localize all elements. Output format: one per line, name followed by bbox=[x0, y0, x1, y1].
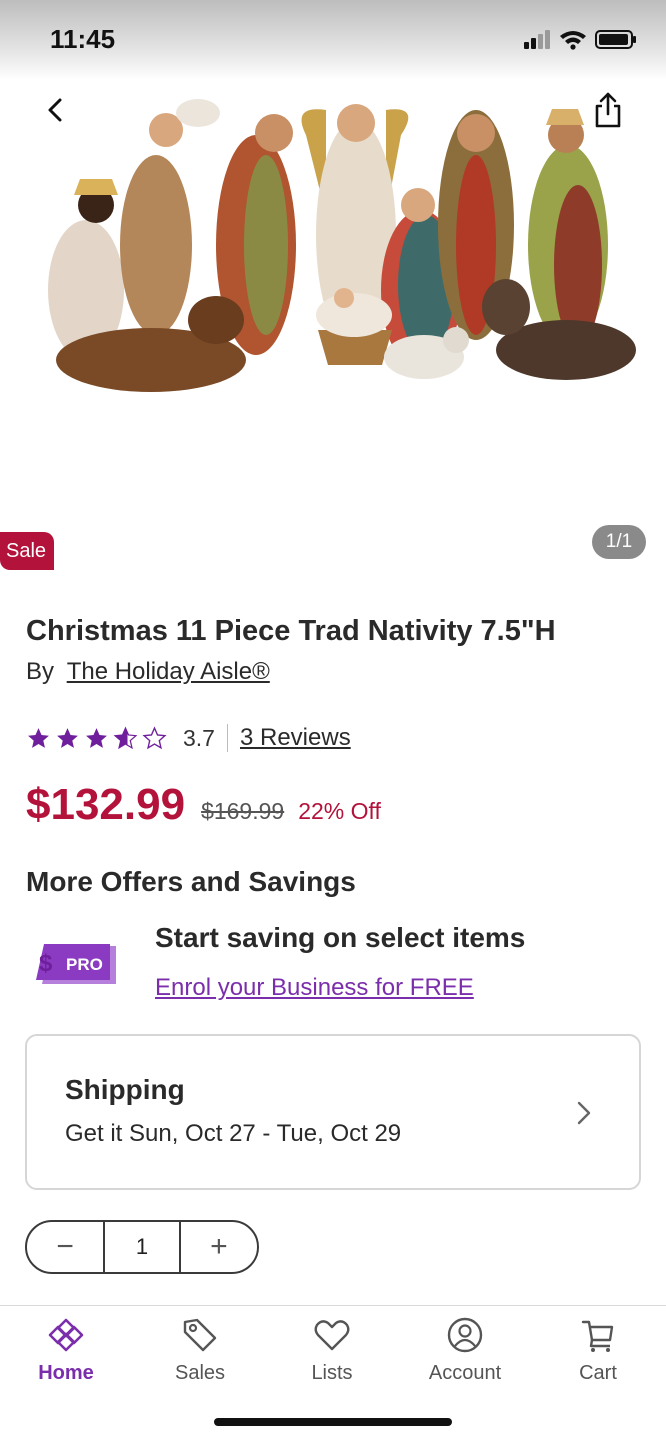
offer-title: Start saving on select items bbox=[155, 922, 526, 953]
shipping-date: Get it Sun, Oct 27 - Tue, Oct 29 bbox=[65, 1120, 402, 1147]
account-icon bbox=[447, 1317, 483, 1353]
image-counter: 1/1 bbox=[592, 525, 646, 559]
nativity-figurines bbox=[48, 99, 636, 392]
status-time: 11:45 bbox=[50, 24, 116, 54]
tab-cart[interactable]: Cart bbox=[538, 1316, 658, 1392]
tab-label: Sales bbox=[174, 1362, 226, 1384]
star-full-icon bbox=[57, 727, 78, 748]
tag-icon bbox=[183, 1318, 217, 1352]
product-image[interactable] bbox=[26, 95, 640, 395]
star-full-icon bbox=[86, 727, 107, 748]
star-empty-icon bbox=[142, 725, 167, 749]
tab-label: Cart bbox=[579, 1362, 617, 1384]
quantity-value[interactable]: 1 bbox=[103, 1222, 181, 1272]
heart-icon bbox=[314, 1320, 350, 1351]
rating-stars bbox=[26, 725, 167, 751]
offers-heading: More Offers and Savings bbox=[26, 866, 356, 897]
by-label: By bbox=[26, 658, 55, 685]
star-full-icon bbox=[28, 727, 49, 748]
increase-quantity-button[interactable]: + bbox=[181, 1222, 257, 1272]
tab-label: Home bbox=[38, 1362, 94, 1384]
price-row: $132.99 $169.99 22% Off bbox=[26, 780, 381, 830]
tab-home[interactable]: Home bbox=[6, 1316, 126, 1392]
tab-lists[interactable]: Lists bbox=[272, 1316, 392, 1392]
reviews-link[interactable]: 3 Reviews bbox=[240, 724, 351, 752]
svg-text:$: $ bbox=[39, 950, 53, 977]
sale-badge: Sale bbox=[0, 532, 55, 570]
wifi-icon bbox=[560, 31, 586, 50]
quantity-stepper: − 1 + bbox=[25, 1220, 259, 1274]
battery-icon bbox=[595, 30, 636, 49]
home-indicator bbox=[214, 1418, 452, 1426]
enrol-business-link[interactable]: Enrol your Business for FREE bbox=[155, 974, 474, 1002]
rating-value: 3.7 bbox=[183, 724, 215, 751]
star-half-icon bbox=[113, 726, 138, 749]
tab-sales[interactable]: Sales bbox=[140, 1316, 260, 1392]
cart-icon bbox=[581, 1320, 614, 1352]
product-title: Christmas 11 Piece Trad Nativity 7.5"H bbox=[26, 615, 556, 647]
status-icons bbox=[524, 30, 636, 50]
pro-logo-text: PRO bbox=[66, 955, 103, 974]
tab-account[interactable]: Account bbox=[405, 1316, 525, 1392]
byline: By The Holiday Aisle® bbox=[26, 658, 270, 686]
pro-logo-icon: $ PRO bbox=[36, 944, 116, 984]
decrease-quantity-button[interactable]: − bbox=[27, 1222, 103, 1272]
home-icon bbox=[48, 1318, 84, 1352]
shipping-card[interactable]: Shipping Get it Sun, Oct 27 - Tue, Oct 2… bbox=[25, 1034, 641, 1190]
tab-label: Account bbox=[428, 1362, 502, 1384]
status-bar: 11:45 bbox=[0, 0, 666, 80]
sale-price: $132.99 bbox=[26, 780, 186, 829]
brand-link[interactable]: The Holiday Aisle® bbox=[67, 658, 270, 685]
discount-label: 22% Off bbox=[298, 798, 381, 824]
signal-icon bbox=[524, 30, 550, 49]
shipping-title: Shipping bbox=[65, 1074, 185, 1105]
chevron-right-icon bbox=[577, 1101, 591, 1125]
original-price: $169.99 bbox=[201, 798, 285, 824]
rating-divider bbox=[226, 724, 228, 752]
tab-label: Lists bbox=[311, 1362, 353, 1384]
rating-row: 3.7 3 Reviews bbox=[26, 722, 351, 754]
